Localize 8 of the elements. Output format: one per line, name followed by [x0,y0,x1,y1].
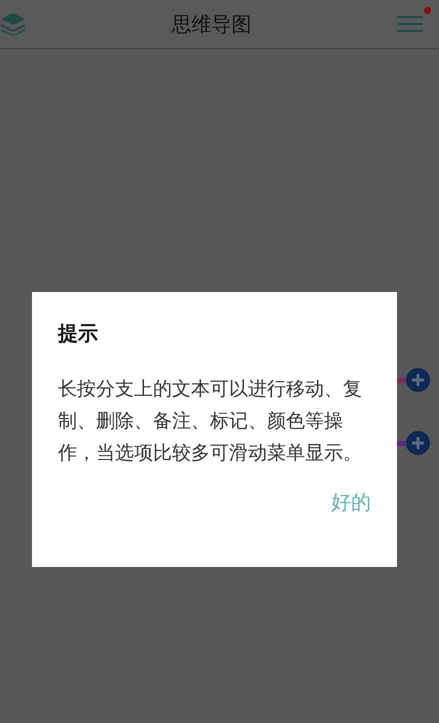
menu-icon[interactable] [397,13,425,35]
dialog-message: 长按分支上的文本可以进行移动、复制、删除、备注、标记、颜色等操作，当选项比较多可滑动菜单显示。 [58,377,363,466]
app-title: 思维导图 [172,10,252,38]
dialog-title: 提示 [58,320,99,347]
add-icon[interactable] [406,431,430,455]
ok-button[interactable]: 好的 [331,485,371,520]
layers-icon[interactable] [0,12,26,36]
add-icon[interactable] [406,368,430,392]
